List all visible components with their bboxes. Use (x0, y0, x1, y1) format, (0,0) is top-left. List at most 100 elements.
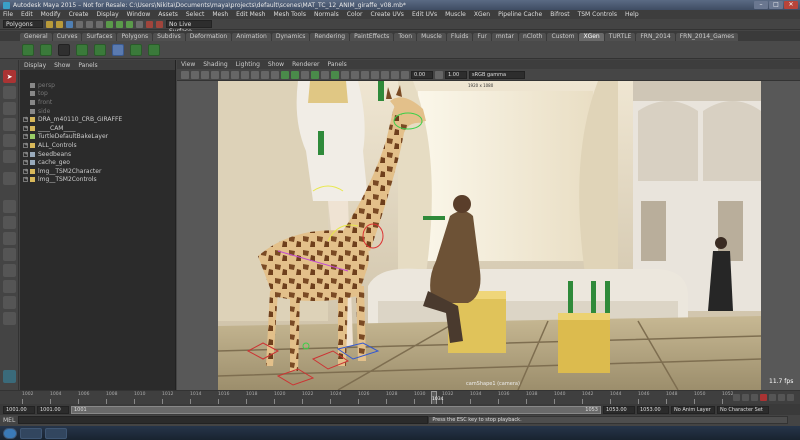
outliner-item[interactable]: + DRA_m40110_CRB_GIRAFFE (20, 115, 175, 124)
start-button-icon[interactable] (3, 427, 17, 439)
menu-normals[interactable]: Normals (314, 11, 339, 18)
layout-hypershade-icon[interactable] (3, 280, 16, 293)
step-back-key-icon[interactable] (751, 394, 758, 401)
outliner-item[interactable]: + ALL_Controls (20, 141, 175, 150)
menu-edit-uvs[interactable]: Edit UVs (412, 11, 437, 18)
exposure-icon[interactable] (401, 70, 409, 79)
shelf-tab-fluids[interactable]: Fluids (446, 33, 473, 41)
outliner-item[interactable]: top (20, 90, 175, 99)
viewport-menu-show[interactable]: Show (268, 61, 284, 68)
grid-icon[interactable] (221, 70, 229, 79)
menu-create[interactable]: Create (69, 11, 89, 18)
menu-bifrost[interactable]: Bifrost (550, 11, 569, 18)
menu-create-uvs[interactable]: Create UVs (370, 11, 403, 18)
xgen-modifier-icon[interactable] (148, 43, 160, 56)
xray-icon[interactable] (381, 70, 389, 79)
menu-file[interactable]: File (3, 11, 13, 18)
shelf-tab-ncloth[interactable]: nCloth (518, 33, 547, 41)
expand-icon[interactable]: + (23, 117, 28, 123)
animation-start-field[interactable]: 1001.00 (3, 405, 35, 414)
select-hierarchy-icon[interactable] (76, 20, 83, 28)
layout-outliner-icon[interactable] (3, 248, 16, 261)
select-tool-icon[interactable]: ➤ (3, 70, 16, 83)
close-button[interactable]: ✕ (784, 1, 798, 9)
shelf-tab-fur[interactable]: Fur (473, 33, 491, 41)
viewport-menu-panels[interactable]: Panels (327, 61, 346, 68)
xgen-editor-icon[interactable] (40, 43, 52, 56)
outliner-item[interactable]: + cache_geo (20, 158, 175, 167)
shelf-tab-toon[interactable]: Toon (394, 33, 417, 41)
menu-pipeline-cache[interactable]: Pipeline Cache (498, 11, 542, 18)
layout-graph-icon[interactable] (3, 264, 16, 277)
shelf-tab-painteffects[interactable]: PaintEffects (350, 33, 394, 41)
shelf-tab-dynamics[interactable]: Dynamics (271, 33, 310, 41)
menu-modify[interactable]: Modify (41, 11, 61, 18)
taskbar-explorer-icon[interactable] (20, 427, 42, 439)
menu-assets[interactable]: Assets (158, 11, 178, 18)
expand-icon[interactable]: + (23, 177, 28, 183)
outliner-item[interactable]: persp (20, 81, 175, 90)
expand-icon[interactable]: + (23, 151, 28, 157)
shelf-tab-animation[interactable]: Animation (232, 33, 271, 41)
expand-icon[interactable]: + (23, 134, 28, 140)
shelf-tab-frn-2014-games[interactable]: FRN_2014_Games (675, 33, 739, 41)
show-manipulator-icon[interactable] (3, 172, 16, 185)
bookmark-icon[interactable] (201, 70, 209, 79)
xray-joints-icon[interactable] (391, 70, 399, 79)
time-slider[interactable]: 1002 1004 1006 1008 1010 1012 1014 1016 1018 1020… (0, 390, 800, 405)
scale-tool-icon[interactable] (3, 150, 16, 163)
anim-layer-select[interactable]: No Anim Layer (671, 405, 715, 414)
outliner-item[interactable]: side (20, 107, 175, 116)
expand-icon[interactable]: + (23, 168, 28, 174)
menu-muscle[interactable]: Muscle (445, 11, 466, 18)
lights-icon[interactable] (311, 70, 319, 79)
history-icon[interactable] (136, 20, 143, 28)
motion-blur-icon[interactable] (341, 70, 349, 79)
outliner-item[interactable]: + lmg__TSM2Character (20, 167, 175, 176)
shelf-tab-frn-2014[interactable]: FRN_2014 (636, 33, 675, 41)
save-scene-icon[interactable] (66, 20, 73, 28)
camera-attributes-icon[interactable] (191, 70, 199, 79)
depth-of-field-icon[interactable] (361, 70, 369, 79)
shelf-tab-deformation[interactable]: Deformation (185, 33, 232, 41)
shelf-tab-mntar[interactable]: mntar (491, 33, 518, 41)
outliner-menu-show[interactable]: Show (54, 62, 70, 69)
viewport-render[interactable]: camShape1 (camera) 1920 x 1080 (218, 81, 761, 390)
exposure-field[interactable]: 0.00 (411, 70, 433, 79)
step-back-icon[interactable] (742, 394, 749, 401)
outliner-item[interactable]: + TurtleDefaultBakeLayer (20, 133, 175, 142)
isolate-select-icon[interactable] (371, 70, 379, 79)
xgen-create-icon[interactable] (22, 43, 34, 56)
shadows-icon[interactable] (321, 70, 329, 79)
outliner-item[interactable]: front (20, 98, 175, 107)
layout-four-icon[interactable] (3, 216, 16, 229)
play-forward-icon[interactable] (769, 394, 776, 401)
ambient-occlusion-icon[interactable] (331, 70, 339, 79)
layout-two-icon[interactable] (3, 232, 16, 245)
animation-end-field[interactable]: 1053.00 (637, 405, 669, 414)
shelf-tab-subdivs[interactable]: Subdivs (153, 33, 185, 41)
shelf-tab-custom[interactable]: Custom (547, 33, 579, 41)
shelf-tab-curves[interactable]: Curves (52, 33, 82, 41)
gate-mask-icon[interactable] (251, 70, 259, 79)
snap-grid-icon[interactable] (106, 20, 113, 28)
outliner-item[interactable]: + lmg__TSM2Controls (20, 176, 175, 185)
minimize-button[interactable]: – (754, 1, 768, 9)
select-object-icon[interactable] (86, 20, 93, 28)
shelf-tab-turtle[interactable]: TURTLE (604, 33, 636, 41)
viewport-menu-view[interactable]: View (181, 61, 195, 68)
menu-tsm-controls[interactable]: TSM Controls (578, 11, 617, 18)
maximize-button[interactable]: □ (769, 1, 783, 9)
xgen-sculpt-icon[interactable] (94, 43, 106, 56)
expand-icon[interactable]: + (23, 160, 28, 166)
menu-help[interactable]: Help (625, 11, 639, 18)
layout-custom-icon[interactable] (3, 312, 16, 325)
film-gate-icon[interactable] (231, 70, 239, 79)
menu-set-selector[interactable]: Polygons (3, 20, 43, 28)
anti-alias-icon[interactable] (351, 70, 359, 79)
viewport-menu-renderer[interactable]: Renderer (292, 61, 319, 68)
image-plane-icon[interactable] (211, 70, 219, 79)
safe-action-icon[interactable] (271, 70, 279, 79)
outliner-item[interactable]: + Seedbeans (20, 150, 175, 159)
layout-single-icon[interactable] (3, 200, 16, 213)
